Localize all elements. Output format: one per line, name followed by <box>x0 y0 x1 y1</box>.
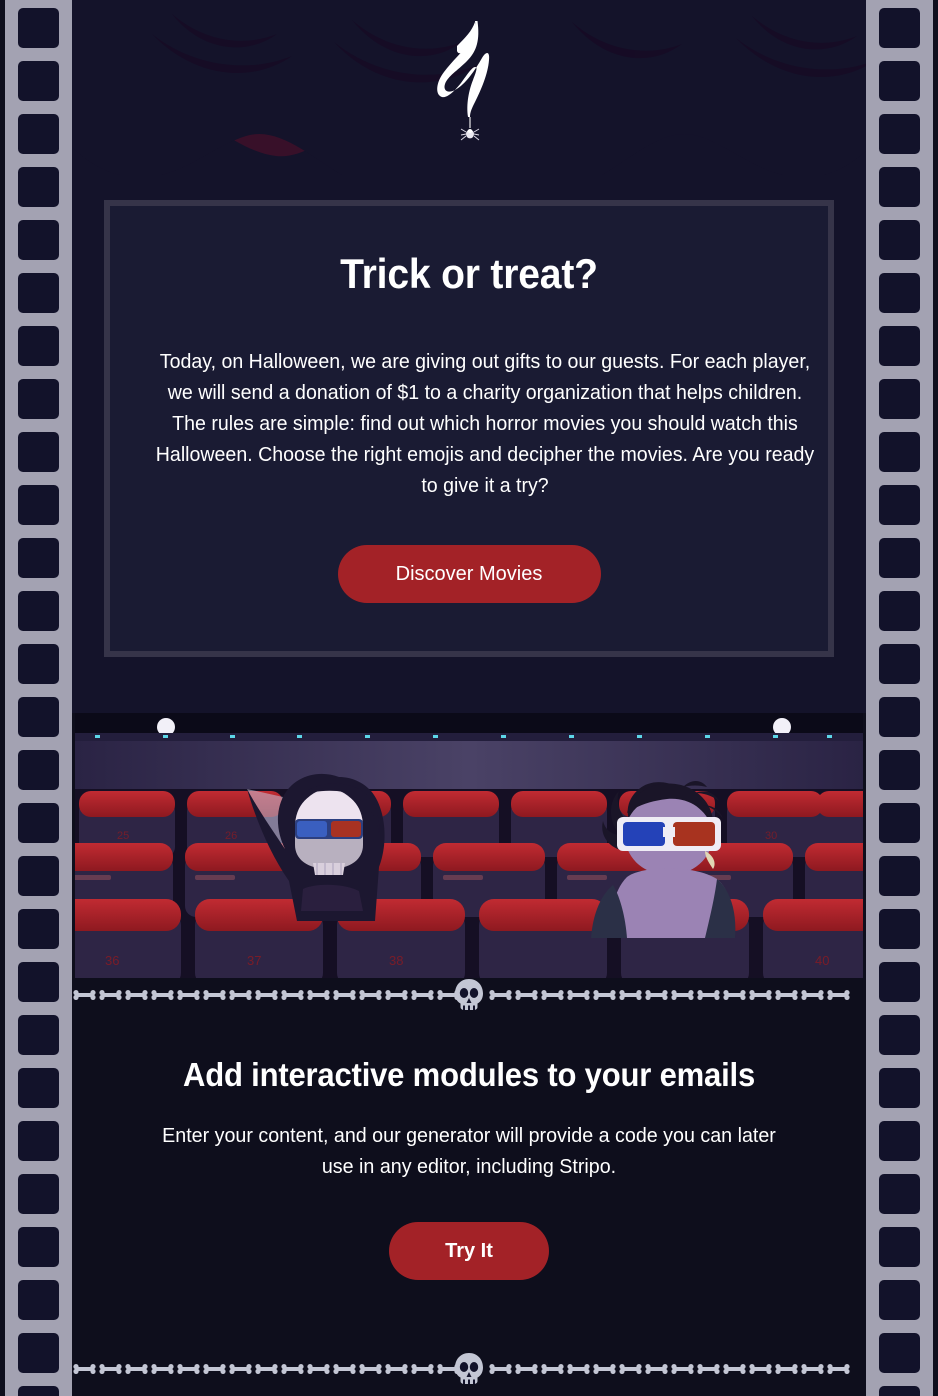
filmstrip-right-hole <box>879 1174 920 1214</box>
svg-text:37: 37 <box>247 953 261 968</box>
filmstrip-right-hole <box>879 61 920 101</box>
promo-section: Add interactive modules to your emails E… <box>72 978 866 1396</box>
filmstrip-right-hole <box>879 962 920 1002</box>
filmstrip-left-hole <box>18 1280 59 1320</box>
filmstrip-right-hole <box>879 326 920 366</box>
discover-movies-button[interactable]: Discover Movies <box>337 545 601 604</box>
filmstrip-left-hole <box>18 273 59 313</box>
filmstrip-right-edge <box>933 0 938 1396</box>
filmstrip-right-hole <box>879 644 920 684</box>
svg-text:38: 38 <box>389 953 403 968</box>
promo-body-text: Enter your content, and our generator wi… <box>162 1124 776 1178</box>
hero-card: Trick or treat? Today, on Halloween, we … <box>104 200 834 657</box>
svg-text:30: 30 <box>765 830 777 842</box>
hero-body-text: Today, on Halloween, we are giving out g… <box>155 350 815 498</box>
filmstrip-right-hole <box>879 1386 920 1396</box>
filmstrip-left-hole <box>18 1386 59 1396</box>
svg-text:40: 40 <box>815 953 829 968</box>
svg-text:36: 36 <box>105 953 119 968</box>
filmstrip-left-hole <box>18 114 59 154</box>
filmstrip-left-hole <box>18 8 59 48</box>
stripo-logo-icon <box>437 21 490 141</box>
filmstrip-right-hole <box>879 1333 920 1373</box>
filmstrip-right-hole <box>879 273 920 313</box>
filmstrip-left-hole <box>18 326 59 366</box>
filmstrip-left-edge <box>0 0 5 1396</box>
filmstrip-right-hole <box>879 432 920 472</box>
filmstrip-right-hole <box>879 1121 920 1161</box>
filmstrip-right-hole <box>879 856 920 896</box>
filmstrip-left-hole <box>18 1333 59 1373</box>
filmstrip-right-hole <box>879 538 920 578</box>
filmstrip-right-hole <box>879 485 920 525</box>
filmstrip-left-hole <box>18 962 59 1002</box>
filmstrip-left-hole <box>18 591 59 631</box>
filmstrip-right-hole <box>879 167 920 207</box>
filmstrip-right-hole <box>879 697 920 737</box>
filmstrip-right-hole <box>879 1015 920 1055</box>
hanging-spider-icon <box>460 128 480 141</box>
filmstrip-left-hole <box>18 909 59 949</box>
try-it-button[interactable]: Try It <box>389 1222 549 1280</box>
bone-divider-top <box>72 978 866 1012</box>
filmstrip-left-hole <box>18 432 59 472</box>
cinema-illustration: 2526 2730 <box>75 713 863 978</box>
filmstrip-left-hole <box>18 1227 59 1267</box>
filmstrip-right-hole <box>879 379 920 419</box>
filmstrip-left-hole <box>18 485 59 525</box>
filmstrip-left-hole <box>18 697 59 737</box>
filmstrip-right-hole <box>879 8 920 48</box>
filmstrip-left-hole <box>18 1068 59 1108</box>
page-title: Trick or treat? <box>340 250 598 297</box>
filmstrip-left-hole <box>18 644 59 684</box>
filmstrip-left-hole <box>18 61 59 101</box>
filmstrip-left-hole <box>18 750 59 790</box>
filmstrip-right-hole <box>879 114 920 154</box>
filmstrip-right <box>866 0 938 1396</box>
svg-text:26: 26 <box>225 830 237 842</box>
skull-icon <box>455 1353 483 1384</box>
filmstrip-right-hole <box>879 750 920 790</box>
svg-text:25: 25 <box>117 830 129 842</box>
filmstrip-left <box>0 0 72 1396</box>
filmstrip-left-hole <box>18 167 59 207</box>
filmstrip-right-hole <box>879 591 920 631</box>
email-preview: Trick or treat? Today, on Halloween, we … <box>0 0 938 1396</box>
filmstrip-left-hole <box>18 379 59 419</box>
filmstrip-left-hole <box>18 803 59 843</box>
bone-divider-bottom <box>72 1352 866 1386</box>
filmstrip-left-hole <box>18 856 59 896</box>
filmstrip-right-hole <box>879 1280 920 1320</box>
filmstrip-left-hole <box>18 1121 59 1161</box>
promo-title: Add interactive modules to your emails <box>182 1056 756 1093</box>
filmstrip-right-hole <box>879 220 920 260</box>
skull-icon <box>455 979 483 1010</box>
filmstrip-left-hole <box>18 538 59 578</box>
filmstrip-left-hole <box>18 1174 59 1214</box>
filmstrip-right-hole <box>879 1227 920 1267</box>
filmstrip-left-hole <box>18 1015 59 1055</box>
filmstrip-right-hole <box>879 909 920 949</box>
brand-logo[interactable] <box>72 18 866 143</box>
filmstrip-right-hole <box>879 803 920 843</box>
filmstrip-left-hole <box>18 220 59 260</box>
filmstrip-right-hole <box>879 1068 920 1108</box>
